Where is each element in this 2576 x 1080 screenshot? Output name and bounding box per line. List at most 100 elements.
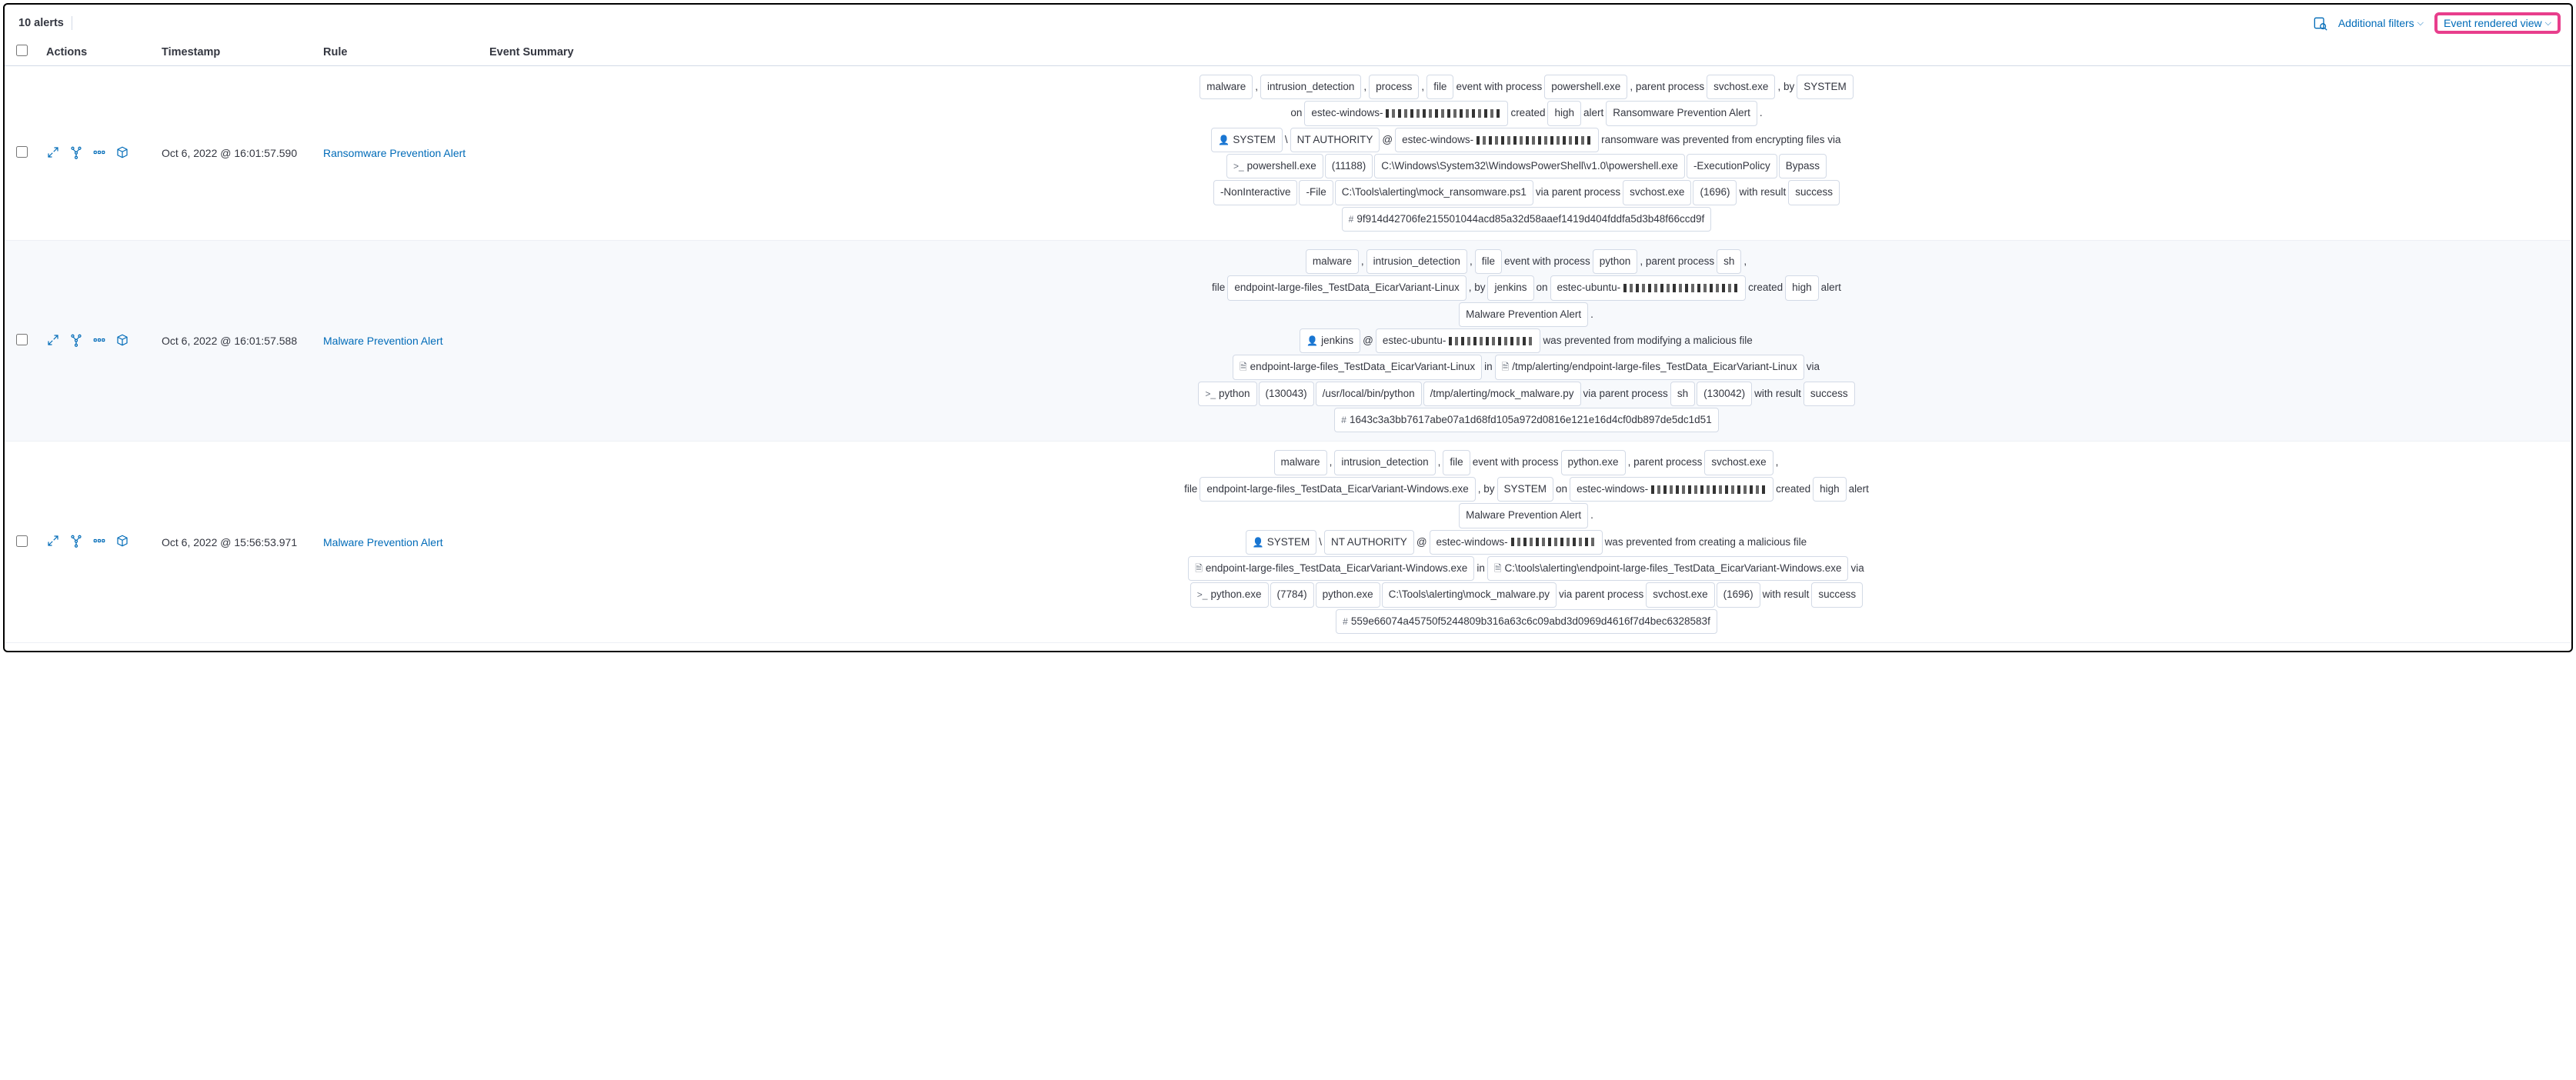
summary-token[interactable]: NT AUTHORITY [1324,530,1414,555]
summary-token[interactable]: #559e66074a45750f5244809b316a63c6c09abd3… [1336,609,1717,634]
expand-icon[interactable] [46,534,60,550]
summary-token[interactable]: 👤SYSTEM [1211,128,1282,152]
summary-token[interactable]: intrusion_detection [1260,75,1361,99]
summary-token[interactable]: process [1369,75,1419,99]
summary-token[interactable]: estec-ubuntu- [1376,328,1541,353]
summary-token[interactable]: SYSTEM [1797,75,1854,99]
row-rule: Ransomware Prevention Alert [315,66,482,241]
event-rendered-view-dropdown[interactable]: Event rendered view ⌵ [2444,17,2551,29]
row-checkbox[interactable] [16,334,28,345]
expand-icon[interactable] [46,333,60,349]
timeline-icon[interactable] [2312,15,2327,31]
summary-token[interactable]: /tmp/alerting/mock_malware.py [1423,382,1581,406]
select-all-checkbox[interactable] [16,45,28,56]
rule-link[interactable]: Ransomware Prevention Alert [323,147,465,159]
additional-filters-dropdown[interactable]: Additional filters ⌵ [2338,17,2424,29]
summary-token[interactable]: (130042) [1697,382,1752,406]
chevron-down-icon: ⌵ [2418,18,2424,28]
summary-token[interactable]: >_powershell.exe [1226,154,1323,178]
summary-token[interactable]: malware [1200,75,1253,99]
summary-token[interactable]: python [1593,249,1638,274]
summary-token[interactable]: svchost.exe [1646,582,1714,607]
summary-token[interactable]: (11188) [1325,154,1373,178]
cube-icon[interactable] [115,145,129,162]
summary-token[interactable]: estec-ubuntu- [1550,275,1747,300]
summary-token[interactable]: success [1804,382,1855,406]
cube-icon[interactable] [115,333,129,349]
user-icon: 👤 [1306,335,1318,346]
summary-token[interactable]: Malware Prevention Alert [1459,503,1588,528]
row-checkbox[interactable] [16,535,28,547]
summary-token[interactable]: estec-windows- [1395,128,1599,152]
expand-icon[interactable] [46,145,60,162]
summary-token[interactable]: >_python [1198,382,1256,406]
summary-token[interactable]: svchost.exe [1707,75,1775,99]
summary-token[interactable]: file [1475,249,1502,274]
summary-token[interactable]: endpoint-large-files_TestData_EicarVaria… [1227,275,1466,300]
summary-token[interactable]: (130043) [1259,382,1314,406]
summary-token[interactable]: SYSTEM [1497,477,1554,502]
summary-token[interactable]: -File [1299,180,1333,205]
summary-token[interactable]: svchost.exe [1704,450,1773,475]
summary-token[interactable]: 🗎C:\tools\alerting\endpoint-large-files_… [1487,556,1849,581]
summary-token[interactable]: high [1785,275,1819,300]
summary-token[interactable]: Malware Prevention Alert [1459,302,1588,327]
cube-icon[interactable] [115,534,129,550]
rule-link[interactable]: Malware Prevention Alert [323,335,443,347]
summary-token[interactable]: intrusion_detection [1366,249,1467,274]
summary-token[interactable]: malware [1306,249,1359,274]
summary-token[interactable]: estec-windows- [1430,530,1603,555]
summary-token[interactable]: intrusion_detection [1334,450,1435,475]
more-icon[interactable] [92,534,106,550]
summary-token[interactable]: C:\Tools\alerting\mock_malware.py [1382,582,1557,607]
summary-token[interactable]: 🗎endpoint-large-files_TestData_EicarVari… [1188,556,1474,581]
rule-link[interactable]: Malware Prevention Alert [323,536,443,548]
summary-token[interactable]: NT AUTHORITY [1290,128,1380,152]
summary-token[interactable]: Bypass [1779,154,1827,178]
summary-token[interactable]: 🗎endpoint-large-files_TestData_EicarVari… [1233,355,1482,379]
summary-token[interactable]: sh [1717,249,1741,274]
summary-token[interactable]: -ExecutionPolicy [1687,154,1777,178]
analyze-icon[interactable] [69,534,83,550]
analyze-icon[interactable] [69,333,83,349]
more-icon[interactable] [92,333,106,349]
summary-token[interactable]: /usr/local/bin/python [1316,382,1422,406]
summary-token[interactable]: (7784) [1270,582,1314,607]
summary-token[interactable]: success [1811,582,1863,607]
analyze-icon[interactable] [69,145,83,162]
summary-token[interactable]: python.exe [1561,450,1626,475]
summary-token[interactable]: malware [1274,450,1327,475]
summary-token[interactable]: file [1426,75,1453,99]
summary-token[interactable]: estec-windows- [1570,477,1774,502]
summary-token[interactable]: svchost.exe [1623,180,1691,205]
summary-text: via [1850,562,1864,574]
summary-text: created [1748,282,1783,293]
summary-token[interactable]: estec-windows- [1304,101,1508,125]
summary-token[interactable]: python.exe [1316,582,1380,607]
summary-text: @ [1382,134,1393,145]
summary-token[interactable]: success [1788,180,1840,205]
summary-token[interactable]: C:\Windows\System32\WindowsPowerShell\v1… [1374,154,1685,178]
summary-token[interactable]: C:\Tools\alerting\mock_ransomware.ps1 [1335,180,1533,205]
summary-text: alert [1583,107,1603,118]
summary-token[interactable]: high [1813,477,1847,502]
summary-token[interactable]: jenkins [1487,275,1533,300]
more-icon[interactable] [92,145,106,162]
summary-token[interactable]: sh [1670,382,1695,406]
summary-token[interactable]: file [1443,450,1470,475]
summary-token[interactable]: 🗎/tmp/alerting/endpoint-large-files_Test… [1495,355,1804,379]
row-checkbox[interactable] [16,146,28,158]
summary-token[interactable]: -NonInteractive [1213,180,1298,205]
summary-token[interactable]: (1696) [1693,180,1737,205]
summary-token[interactable]: 👤jenkins [1300,328,1360,353]
alerts-table: Actions Timestamp Rule Event Summary Oct… [5,38,2571,643]
summary-token[interactable]: >_python.exe [1190,582,1269,607]
summary-token[interactable]: #1643c3a3bb7617abe07a1d68fd105a972d0816e… [1334,408,1718,432]
summary-token[interactable]: endpoint-large-files_TestData_EicarVaria… [1200,477,1475,502]
summary-token[interactable]: #9f914d42706fe215501044acd85a32d58aaef14… [1342,207,1712,232]
summary-token[interactable]: Ransomware Prevention Alert [1606,101,1757,125]
summary-token[interactable]: 👤SYSTEM [1246,530,1316,555]
summary-token[interactable]: powershell.exe [1544,75,1627,99]
summary-token[interactable]: high [1547,101,1581,125]
summary-token[interactable]: (1696) [1717,582,1760,607]
